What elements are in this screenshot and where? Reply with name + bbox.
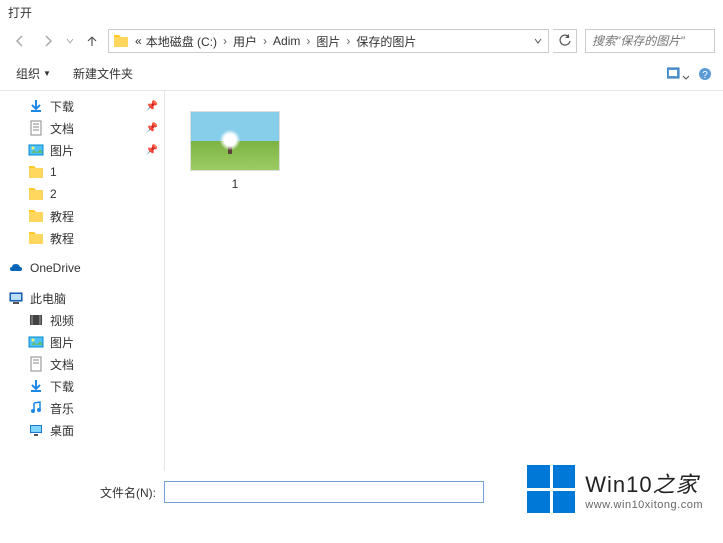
content-area: 下载 📌 文档 📌 图片 📌 1 2 教程 教程 [0, 91, 723, 471]
sidebar-item-music[interactable]: 音乐 [0, 397, 164, 419]
sidebar-item-label: 下载 [50, 378, 74, 395]
onedrive-icon [8, 260, 24, 276]
sidebar-item-label: OneDrive [30, 261, 81, 275]
breadcrumb-item[interactable]: 用户 [231, 33, 259, 50]
sidebar-item-label: 教程 [50, 208, 74, 225]
sidebar-item-thispc[interactable]: 此电脑 [0, 287, 164, 309]
address-bar[interactable]: « 本地磁盘 (C:)› 用户› Adim› 图片› 保存的图片 [108, 29, 549, 53]
image-thumbnail [190, 111, 280, 171]
pin-icon: 📌 [146, 145, 158, 156]
picture-icon [28, 142, 44, 158]
sidebar: 下载 📌 文档 📌 图片 📌 1 2 教程 教程 [0, 91, 165, 471]
sidebar-item-documents[interactable]: 文档 📌 [0, 117, 164, 139]
breadcrumb-prefix: « [133, 34, 144, 48]
doc-icon [28, 120, 44, 136]
doc-icon [28, 356, 44, 372]
address-dropdown[interactable] [528, 37, 548, 45]
svg-text:?: ? [702, 70, 708, 81]
sidebar-item-pictures[interactable]: 图片 📌 [0, 139, 164, 161]
folder-icon [113, 33, 129, 49]
desktop-icon [28, 422, 44, 438]
window-title: 打开 [0, 0, 723, 25]
sidebar-item-label: 教程 [50, 230, 74, 247]
file-list[interactable]: 1 [165, 91, 723, 471]
windows-logo-icon [527, 465, 575, 513]
sidebar-item-label: 视频 [50, 312, 74, 329]
sidebar-item-label: 音乐 [50, 400, 74, 417]
new-folder-button[interactable]: 新建文件夹 [67, 63, 139, 84]
folder-icon [28, 186, 44, 202]
music-icon [28, 400, 44, 416]
download-icon [28, 378, 44, 394]
forward-button[interactable] [36, 29, 60, 53]
refresh-button[interactable] [553, 29, 577, 53]
computer-icon [8, 290, 24, 306]
sidebar-item-label: 图片 [50, 142, 74, 159]
sidebar-item-label: 文档 [50, 356, 74, 373]
sidebar-item-folder[interactable]: 2 [0, 183, 164, 205]
breadcrumb-item[interactable]: 本地磁盘 (C:) [144, 33, 219, 50]
watermark-title: Win10之家 [585, 467, 703, 499]
sidebar-item-desktop[interactable]: 桌面 [0, 419, 164, 441]
file-name: 1 [232, 177, 239, 191]
folder-icon [28, 164, 44, 180]
download-icon [28, 98, 44, 114]
sidebar-item-label: 图片 [50, 334, 74, 351]
breadcrumb-item[interactable]: 保存的图片 [354, 33, 418, 50]
sidebar-item-downloads[interactable]: 下载 📌 [0, 95, 164, 117]
help-button[interactable]: ? [697, 66, 713, 82]
video-icon [28, 312, 44, 328]
back-button[interactable] [8, 29, 32, 53]
file-item[interactable]: 1 [185, 111, 285, 191]
filename-label: 文件名(N): [100, 484, 156, 501]
breadcrumb: « 本地磁盘 (C:)› 用户› Adim› 图片› 保存的图片 [133, 33, 418, 50]
sidebar-item-videos[interactable]: 视频 [0, 309, 164, 331]
sidebar-item-label: 1 [50, 165, 57, 179]
sidebar-item-folder[interactable]: 1 [0, 161, 164, 183]
sidebar-item-documents[interactable]: 文档 [0, 353, 164, 375]
sidebar-item-label: 下载 [50, 98, 74, 115]
chevron-right-icon: › [342, 34, 354, 48]
sidebar-item-folder[interactable]: 教程 [0, 205, 164, 227]
pin-icon: 📌 [146, 101, 158, 112]
nav-bar: « 本地磁盘 (C:)› 用户› Adim› 图片› 保存的图片 [0, 25, 723, 57]
sidebar-item-downloads[interactable]: 下载 [0, 375, 164, 397]
watermark: Win10之家 www.win10xitong.com [527, 465, 703, 513]
sidebar-item-folder[interactable]: 教程 [0, 227, 164, 249]
chevron-right-icon: › [219, 34, 231, 48]
picture-icon [28, 334, 44, 350]
sidebar-item-label: 2 [50, 187, 57, 201]
toolbar: 组织▼ 新建文件夹 ? [0, 57, 723, 91]
watermark-url: www.win10xitong.com [585, 499, 703, 511]
recent-dropdown[interactable] [64, 29, 76, 53]
view-button[interactable] [667, 66, 689, 82]
chevron-right-icon: › [259, 34, 271, 48]
sidebar-item-label: 此电脑 [30, 290, 66, 307]
sidebar-item-label: 文档 [50, 120, 74, 137]
up-button[interactable] [80, 29, 104, 53]
sidebar-item-label: 桌面 [50, 422, 74, 439]
folder-icon [28, 230, 44, 246]
pin-icon: 📌 [146, 123, 158, 134]
breadcrumb-item[interactable]: 图片 [314, 33, 342, 50]
chevron-right-icon: › [302, 34, 314, 48]
breadcrumb-item[interactable]: Adim [271, 34, 302, 48]
search-box[interactable] [585, 29, 715, 53]
sidebar-item-pictures[interactable]: 图片 [0, 331, 164, 353]
organize-button[interactable]: 组织▼ [10, 63, 57, 84]
filename-input[interactable] [164, 481, 484, 503]
folder-icon [28, 208, 44, 224]
sidebar-item-onedrive[interactable]: OneDrive [0, 257, 164, 279]
search-input[interactable] [586, 34, 714, 48]
